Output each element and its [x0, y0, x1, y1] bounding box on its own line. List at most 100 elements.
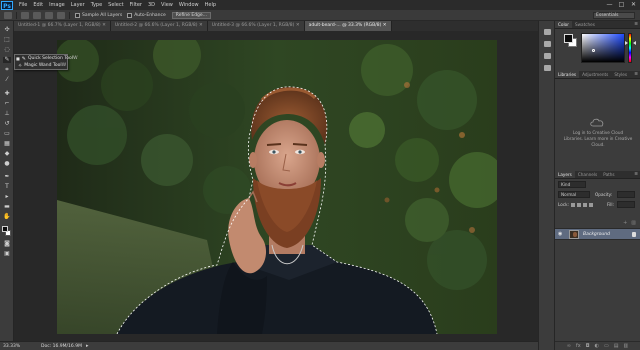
tab-libraries[interactable]: Libraries	[555, 71, 580, 78]
menu-help[interactable]: Help	[205, 0, 216, 10]
blend-mode-select[interactable]: Normal	[558, 191, 590, 198]
panel-menu-icon[interactable]: ≡	[634, 21, 638, 29]
move-tool-icon[interactable]: ✣	[3, 27, 11, 33]
paragraph-panel-icon[interactable]	[544, 65, 551, 71]
quick-mask-icon[interactable]: ◙	[3, 241, 11, 247]
new-group-icon[interactable]: ▭	[604, 342, 609, 350]
tool-preset-icon[interactable]	[4, 11, 12, 19]
path-selection-icon[interactable]: ▸	[3, 194, 11, 200]
options-bar: Sample All Layers Auto-Enhance Refine Ed…	[0, 10, 640, 21]
eye-icon[interactable]: ◉	[558, 232, 562, 237]
fill-input[interactable]	[617, 201, 635, 208]
gradient-tool-icon[interactable]: ▦	[3, 141, 11, 147]
color-field[interactable]	[581, 33, 625, 63]
add-content-icon[interactable]: +	[623, 220, 627, 228]
eraser-tool-icon[interactable]: ▭	[3, 131, 11, 137]
link-layers-icon[interactable]: ∞	[567, 342, 571, 350]
hue-slider-handle-left[interactable]	[625, 41, 628, 45]
menu-type[interactable]: Type	[91, 0, 102, 10]
type-tool-icon[interactable]: T	[3, 184, 11, 190]
brush-tool-icon[interactable]: ⌐	[3, 101, 11, 107]
foreground-color-swatch[interactable]	[2, 226, 8, 232]
layer-row-background[interactable]: ◉ Background	[555, 228, 640, 240]
screen-mode-icon[interactable]: ▣	[3, 251, 11, 257]
tab-untitled-2[interactable]: Untitled-2 @ 66.6% (Layer 1, RGB/8) ✕	[110, 21, 208, 31]
status-menu-arrow-icon[interactable]: ▸	[86, 343, 89, 349]
menu-layer[interactable]: Layer	[71, 0, 85, 10]
tab-active-document[interactable]: adult-beard-... @ 33.3% (RGB/8) ✕	[304, 21, 392, 31]
flyout-item-magic-wand[interactable]: ✧ Magic Wand Tool W	[15, 62, 67, 69]
foreground-color-chip[interactable]	[564, 34, 573, 43]
trash-icon[interactable]: ▥	[631, 220, 636, 228]
menu-3d[interactable]: 3D	[148, 0, 155, 10]
sample-all-layers-checkbox[interactable]	[75, 12, 80, 18]
layer-style-icon[interactable]: fx	[576, 342, 581, 350]
hue-slider-handle-right[interactable]	[633, 41, 636, 45]
eyedropper-tool-icon[interactable]: ⁄	[3, 77, 11, 83]
tab-layers[interactable]: Layers	[555, 171, 575, 178]
history-brush-icon[interactable]: ↺	[3, 121, 11, 127]
healing-brush-icon[interactable]: ✚	[3, 91, 11, 97]
delete-layer-icon[interactable]: ▥	[623, 342, 628, 350]
refine-edge-button[interactable]: Refine Edge...	[171, 11, 211, 19]
menu-select[interactable]: Select	[108, 0, 123, 10]
opacity-input[interactable]	[617, 191, 635, 198]
menu-window[interactable]: Window	[179, 0, 199, 10]
tab-swatches[interactable]: Swatches	[572, 21, 598, 28]
hue-slider[interactable]	[628, 33, 632, 63]
subtract-selection-icon[interactable]	[45, 11, 53, 19]
zoom-level[interactable]: 33.33%	[3, 344, 31, 349]
menu-edit[interactable]: Edit	[33, 0, 43, 10]
app-logo: Ps	[1, 0, 13, 10]
tab-untitled-3[interactable]: Untitled-3 @ 66.6% (Layer 1, RGB/8) ✕	[207, 21, 305, 31]
layer-filter-kind-select[interactable]: Kind	[558, 181, 586, 188]
panel-menu-icon[interactable]: ≡	[634, 71, 638, 79]
dodge-tool-icon[interactable]: ●	[3, 161, 11, 167]
tab-styles[interactable]: Styles	[611, 71, 630, 78]
auto-enhance-checkbox[interactable]	[127, 12, 133, 18]
canvas-area[interactable]	[14, 31, 538, 341]
marquee-tool-icon[interactable]: ⬚	[3, 37, 11, 43]
libraries-message: Log in to Creative Cloud Libraries. Lear…	[563, 130, 633, 147]
add-mask-icon[interactable]: ◘	[586, 342, 590, 350]
tab-adjustments[interactable]: Adjustments	[579, 71, 611, 78]
workspace-select[interactable]: Essentials	[593, 12, 635, 19]
lasso-tool-icon[interactable]: ◌	[3, 47, 11, 53]
tab-channels[interactable]: Channels	[575, 171, 600, 178]
brush-picker-icon[interactable]	[57, 11, 65, 19]
lock-all-icon[interactable]	[589, 203, 593, 207]
menu-image[interactable]: Image	[49, 0, 65, 10]
lock-position-icon[interactable]	[583, 203, 587, 207]
info-panel-icon[interactable]	[544, 53, 551, 59]
lock-transparency-icon[interactable]	[571, 203, 575, 207]
tab-color[interactable]: Color	[555, 21, 572, 28]
properties-panel-icon[interactable]	[544, 41, 551, 47]
crop-tool-icon[interactable]: ⌗	[3, 67, 11, 73]
tab-paths[interactable]: Paths	[600, 171, 617, 178]
hand-tool-icon[interactable]: ✋	[3, 214, 11, 220]
panel-menu-icon[interactable]: ≡	[634, 171, 638, 179]
sample-all-layers-label: Sample All Layers	[82, 12, 123, 18]
menu-file[interactable]: File	[19, 0, 27, 10]
menu-view[interactable]: View	[161, 0, 173, 10]
lock-pixels-icon[interactable]	[577, 203, 581, 207]
new-layer-icon[interactable]: ▤	[614, 342, 619, 350]
tab-untitled-1[interactable]: Untitled-1 @ 66.7% (Layer 1, RGB/8) ✕	[14, 21, 111, 31]
history-panel-icon[interactable]	[544, 29, 551, 35]
blur-tool-icon[interactable]: ◆	[3, 151, 11, 157]
clone-stamp-icon[interactable]: ⊥	[3, 111, 11, 117]
pen-tool-icon[interactable]: ✒	[3, 174, 11, 180]
quick-selection-tool-icon[interactable]: ✎	[3, 57, 11, 63]
color-picker-marker[interactable]	[592, 49, 595, 52]
flyout-item-quick-selection[interactable]: ■ ✎ Quick Selection Tool W	[15, 55, 78, 62]
new-selection-icon[interactable]	[21, 11, 29, 19]
document-photo[interactable]	[57, 40, 497, 334]
shape-tool-icon[interactable]: ▬	[3, 204, 11, 210]
adjustment-layer-icon[interactable]: ◐	[595, 342, 599, 350]
menu-filter[interactable]: Filter	[130, 0, 142, 10]
auto-enhance-label: Auto-Enhance	[134, 12, 166, 18]
minimize-button[interactable]: —	[606, 1, 613, 8]
add-to-selection-icon[interactable]	[33, 11, 41, 19]
maximize-button[interactable]: □	[618, 1, 625, 8]
close-button[interactable]: ✕	[630, 1, 637, 8]
